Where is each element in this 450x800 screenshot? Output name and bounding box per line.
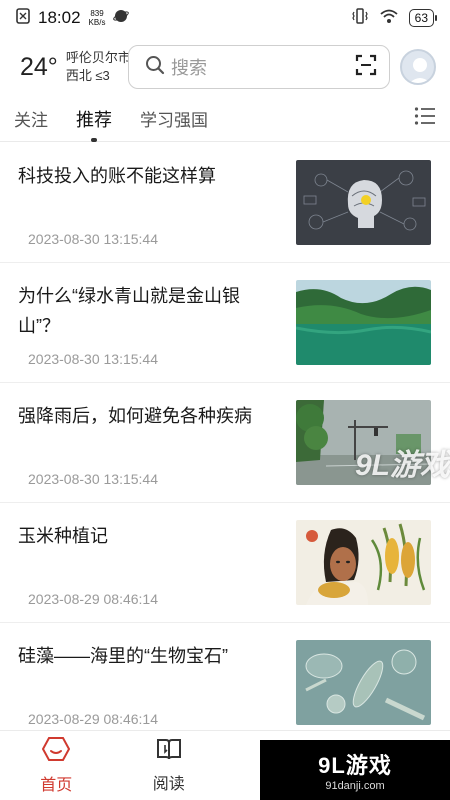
search-input[interactable]: 搜索	[128, 45, 390, 89]
news-list: 科技投入的账不能这样算 2023-08-30 13:15:44 为什么“绿水青山…	[0, 143, 450, 730]
city-name: 呼伦贝尔市	[65, 50, 131, 65]
watermark-title: 9L游戏	[318, 753, 392, 778]
news-thumbnail-green-lake	[296, 280, 431, 365]
news-date: 2023-08-29 08:46:14	[28, 711, 158, 727]
news-item[interactable]: 玉米种植记 2023-08-29 08:46:14	[0, 503, 450, 623]
net-speed-value: 839	[90, 9, 104, 18]
scan-icon[interactable]	[355, 54, 377, 81]
channel-tabs: 关注 推荐 学习强国	[0, 96, 450, 142]
battery-indicator: 63	[408, 9, 438, 27]
book-icon	[156, 737, 182, 766]
status-time: 18:02	[38, 8, 81, 27]
avatar[interactable]	[400, 49, 436, 85]
net-speed-unit: KB/s	[88, 18, 106, 27]
search-placeholder: 搜索	[171, 58, 207, 78]
news-title: 强降雨后，如何避免各种疾病	[18, 406, 252, 426]
status-left: 18:02 839 KB/s	[16, 7, 130, 29]
news-date: 2023-08-30 13:15:44	[28, 351, 158, 367]
news-title: 为什么“绿水青山就是金山银山”？	[18, 286, 240, 336]
temperature: 24°	[20, 52, 58, 81]
notification-icon	[16, 7, 30, 29]
news-item[interactable]: 硅藻——海里的“生物宝石” 2023-08-29 08:46:14	[0, 623, 450, 730]
planet-app-icon	[113, 8, 130, 29]
nav-read[interactable]: 阅读	[113, 731, 226, 800]
news-date: 2023-08-30 13:15:44	[28, 231, 158, 247]
news-item[interactable]: 为什么“绿水青山就是金山银山”？ 2023-08-30 13:15:44	[0, 263, 450, 383]
watermark-subtitle: 91danji.com	[325, 780, 385, 792]
channel-menu-icon[interactable]	[414, 106, 436, 131]
nav-label-read: 阅读	[152, 776, 185, 793]
wifi-icon	[379, 8, 399, 29]
news-date: 2023-08-30 13:15:44	[28, 471, 158, 487]
weather-info: 呼伦贝尔市 西北 ≤3	[66, 49, 131, 85]
weather-widget[interactable]: 24° 呼伦贝尔市 西北 ≤3	[20, 49, 131, 85]
nav-label-home: 首页	[40, 777, 73, 794]
news-title: 科技投入的账不能这样算	[18, 166, 216, 186]
wind-info: 西北 ≤3	[65, 68, 110, 83]
watermark-logo: 9L游戏 91danji.com	[260, 740, 450, 800]
net-speed: 839 KB/s	[89, 9, 106, 27]
tab-xuexi-qiangguo[interactable]: 学习强国	[140, 96, 208, 142]
tab-follow[interactable]: 关注	[14, 96, 48, 142]
status-right: 63	[351, 7, 438, 29]
vibrate-icon	[351, 7, 369, 29]
search-icon	[145, 55, 165, 80]
news-title: 玉米种植记	[18, 526, 108, 546]
header: 24° 呼伦贝尔市 西北 ≤3 搜索	[0, 40, 450, 94]
news-item[interactable]: 科技投入的账不能这样算 2023-08-30 13:15:44	[0, 143, 450, 263]
status-bar: 18:02 839 KB/s 63	[0, 0, 450, 36]
news-date: 2023-08-29 08:46:14	[28, 591, 158, 607]
news-title: 硅藻——海里的“生物宝石”	[18, 646, 228, 666]
home-icon	[42, 736, 71, 767]
bottom-nav: 首页 阅读 9L游戏 91danji.com	[0, 730, 450, 800]
news-thumbnail-diatoms	[296, 640, 431, 725]
watermark-overlay: 9L游戏	[355, 449, 450, 482]
nav-home[interactable]: 首页	[0, 731, 113, 800]
news-thumbnail-corn-illustration	[296, 520, 431, 605]
news-thumbnail-tech-brain	[296, 160, 431, 245]
tab-recommend[interactable]: 推荐	[76, 96, 112, 142]
